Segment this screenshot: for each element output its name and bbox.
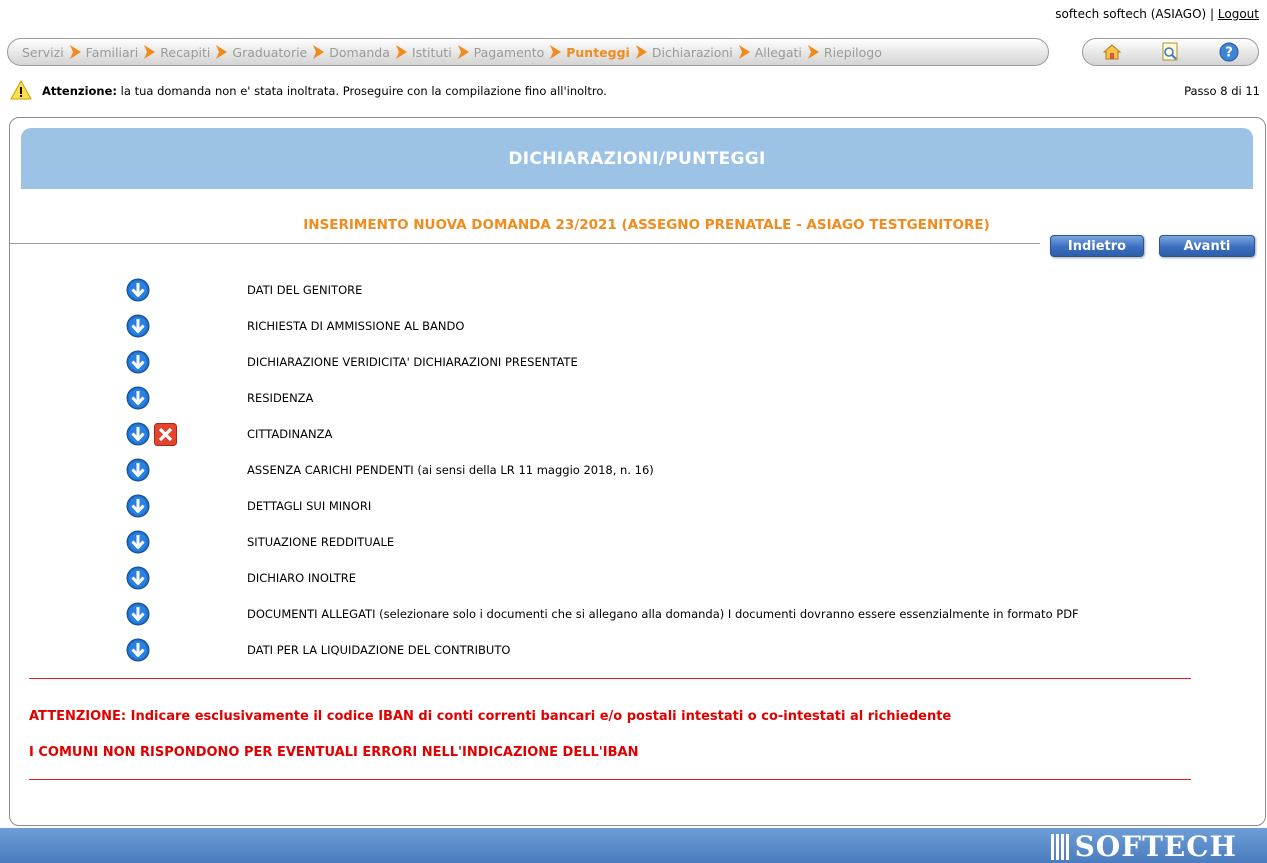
step-arrow-icon	[806, 44, 820, 60]
warning-message: Attenzione: la tua domanda non e' stata …	[42, 84, 607, 98]
red-divider	[29, 678, 1191, 679]
home-icon[interactable]	[1100, 41, 1124, 63]
search-document-icon[interactable]	[1158, 41, 1182, 63]
step-arrow-icon	[548, 44, 562, 60]
back-button-label: Indietro	[1067, 238, 1127, 254]
warning-text: la tua domanda non e' stata inoltrata. P…	[117, 84, 607, 98]
list-item: DETTAGLI SUI MINORI	[10, 494, 1267, 518]
iban-disclaimer: I COMUNI NON RISPONDONO PER EVENTUALI ER…	[29, 745, 639, 760]
page-title: DICHIARAZIONI/PUNTEGGI	[508, 148, 766, 169]
expand-arrow-icon[interactable]	[126, 566, 150, 590]
expand-arrow-icon[interactable]	[126, 638, 150, 662]
warning-icon	[10, 79, 32, 103]
step-label: Pagamento	[473, 44, 545, 60]
expand-arrow-icon[interactable]	[126, 530, 150, 554]
step-arrow-icon	[142, 44, 156, 60]
step-arrow-icon	[214, 44, 228, 60]
application-subtitle: INSERIMENTO NUOVA DOMANDA 23/2021 (ASSEG…	[303, 217, 990, 233]
warning-bar: Attenzione: la tua domanda non e' stata …	[10, 79, 1260, 103]
step-dichiarazioni[interactable]: Dichiarazioni	[652, 44, 755, 60]
back-button[interactable]: Indietro	[1050, 235, 1144, 257]
toolbar: ?	[1082, 38, 1259, 66]
step-arrow-icon	[737, 44, 751, 60]
step-arrow-icon	[311, 44, 325, 60]
list-item-label[interactable]: ASSENZA CARICHI PENDENTI (ai sensi della…	[247, 463, 654, 477]
step-label: Istituti	[411, 44, 452, 60]
expand-arrow-icon[interactable]	[126, 314, 150, 338]
step-arrow-icon	[394, 44, 408, 60]
step-domanda[interactable]: Domanda	[329, 44, 412, 60]
list-item: DICHIARO INOLTRE	[10, 566, 1267, 590]
expand-arrow-icon[interactable]	[126, 458, 150, 482]
step-arrow-icon	[456, 44, 470, 60]
warning-label: Attenzione:	[42, 84, 118, 98]
list-item-label[interactable]: CITTADINANZA	[247, 427, 332, 441]
list-item: SITUAZIONE REDDITUALE	[10, 530, 1267, 554]
step-servizi[interactable]: Servizi	[22, 44, 86, 60]
expand-arrow-icon[interactable]	[126, 386, 150, 410]
logo-bars-icon	[1050, 833, 1069, 860]
step-label: Recapiti	[160, 44, 211, 60]
expand-arrow-icon[interactable]	[126, 422, 150, 446]
list-item-label[interactable]: DATI DEL GENITORE	[247, 283, 362, 297]
list-item-label[interactable]: SITUAZIONE REDDITUALE	[247, 535, 394, 549]
logout-link[interactable]: Logout	[1218, 7, 1259, 21]
next-button[interactable]: Avanti	[1159, 235, 1255, 257]
step-label: Riepilogo	[823, 44, 882, 60]
expand-arrow-icon[interactable]	[126, 278, 150, 302]
step-label: Familiari	[85, 44, 139, 60]
red-divider	[29, 779, 1191, 780]
list-item: CITTADINANZA	[10, 422, 1267, 446]
list-item-label[interactable]: DETTAGLI SUI MINORI	[247, 499, 371, 513]
step-label: Domanda	[329, 44, 390, 60]
list-item: DATI DEL GENITORE	[10, 278, 1267, 302]
user-name: softech softech (ASIAGO)	[1055, 7, 1207, 21]
step-label: Dichiarazioni	[651, 44, 733, 60]
list-item: DICHIARAZIONE VERIDICITA' DICHIARAZIONI …	[10, 350, 1267, 374]
list-item-label[interactable]: DICHIARAZIONE VERIDICITA' DICHIARAZIONI …	[247, 355, 578, 369]
step-breadcrumb: Servizi Familiari Recapiti Graduatorie Doman…	[7, 38, 1049, 66]
footer: SOFTECH	[0, 828, 1267, 863]
list-item: ASSENZA CARICHI PENDENTI (ai sensi della…	[10, 458, 1267, 482]
error-x-icon[interactable]	[154, 423, 177, 446]
iban-warning: ATTENZIONE: Indicare esclusivamente il c…	[29, 709, 952, 724]
expand-arrow-icon[interactable]	[126, 494, 150, 518]
user-bar: softech softech (ASIAGO) | Logout	[1055, 7, 1259, 21]
main-panel: DICHIARAZIONI/PUNTEGGI INSERIMENTO NUOVA…	[9, 117, 1266, 826]
list-item-label[interactable]: DICHIARO INOLTRE	[247, 571, 356, 585]
step-label: Allegati	[754, 44, 802, 60]
list-item-label[interactable]: DATI PER LA LIQUIDAZIONE DEL CONTRIBUTO	[247, 643, 510, 657]
expand-arrow-icon[interactable]	[126, 602, 150, 626]
user-separator: |	[1210, 7, 1215, 21]
step-arrow-icon	[634, 44, 648, 60]
expand-arrow-icon[interactable]	[126, 350, 150, 374]
divider	[10, 243, 1040, 244]
step-pagamento[interactable]: Pagamento	[474, 44, 567, 60]
list-item-label[interactable]: DOCUMENTI ALLEGATI (selezionare solo i d…	[247, 607, 1079, 621]
panel-header: DICHIARAZIONI/PUNTEGGI	[21, 128, 1253, 189]
list-item: DATI PER LA LIQUIDAZIONE DEL CONTRIBUTO	[10, 638, 1267, 662]
list-item: RESIDENZA	[10, 386, 1267, 410]
step-recapiti[interactable]: Recapiti	[160, 44, 232, 60]
step-punteggi[interactable]: Punteggi	[566, 44, 652, 60]
list-item-label[interactable]: RESIDENZA	[247, 391, 313, 405]
step-riepilogo[interactable]: Riepilogo	[824, 45, 882, 60]
softech-logo: SOFTECH	[1050, 830, 1237, 863]
step-counter: Passo 8 di 11	[1184, 84, 1260, 98]
step-allegati[interactable]: Allegati	[755, 44, 824, 60]
logo-text: SOFTECH	[1074, 830, 1237, 863]
step-familiari[interactable]: Familiari	[86, 44, 161, 60]
step-arrow-icon	[68, 44, 82, 60]
step-label: Graduatorie	[232, 44, 308, 60]
list-item: RICHIESTA DI AMMISSIONE AL BANDO	[10, 314, 1267, 338]
step-istituti[interactable]: Istituti	[412, 44, 474, 60]
step-graduatorie[interactable]: Graduatorie	[232, 44, 329, 60]
list-item-label[interactable]: RICHIESTA DI AMMISSIONE AL BANDO	[247, 319, 464, 333]
help-icon[interactable]: ?	[1217, 41, 1241, 63]
list-item: DOCUMENTI ALLEGATI (selezionare solo i d…	[10, 602, 1267, 626]
step-label: Punteggi	[566, 44, 630, 60]
svg-text:?: ?	[1225, 46, 1233, 61]
step-label: Servizi	[22, 44, 64, 60]
next-button-label: Avanti	[1183, 238, 1231, 254]
